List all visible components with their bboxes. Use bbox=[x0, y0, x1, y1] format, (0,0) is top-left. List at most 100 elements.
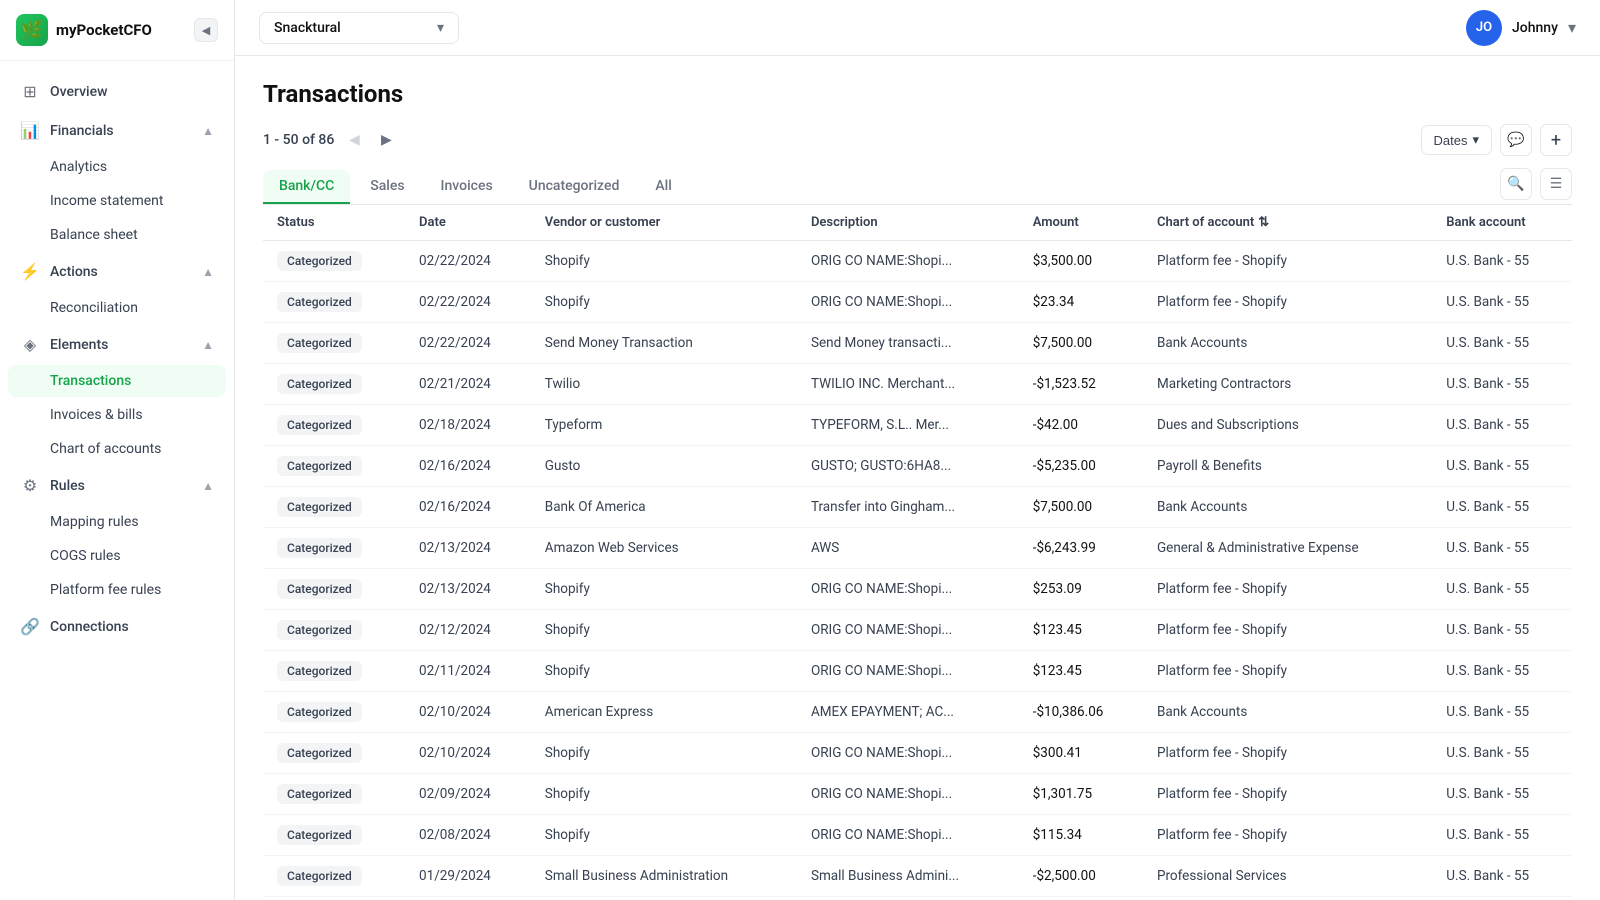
cell-description: TWILIO INC. Merchant... bbox=[797, 364, 1019, 405]
filter-button[interactable]: ☰ bbox=[1540, 168, 1572, 200]
table-row[interactable]: Categorized 02/11/2024 Shopify ORIG CO N… bbox=[263, 651, 1572, 692]
table-row[interactable]: Categorized 02/22/2024 Shopify ORIG CO N… bbox=[263, 241, 1572, 282]
cell-status: Categorized bbox=[263, 815, 405, 856]
cell-bank: U.S. Bank - 55 bbox=[1432, 569, 1572, 610]
cell-bank: U.S. Bank - 55 bbox=[1432, 282, 1572, 323]
user-area: JO Johnny ▾ bbox=[1466, 10, 1576, 46]
logo-icon: 🌿 bbox=[16, 14, 48, 46]
sidebar-item-mapping-rules[interactable]: Mapping rules bbox=[8, 506, 226, 538]
tab-bank-cc[interactable]: Bank/CC bbox=[263, 170, 350, 204]
col-header-chart: Chart of account ⇅ bbox=[1143, 205, 1432, 241]
sidebar-item-overview[interactable]: ⊞ Overview bbox=[8, 73, 226, 110]
cell-status: Categorized bbox=[263, 774, 405, 815]
status-badge: Categorized bbox=[277, 579, 362, 599]
chart-sort-icon[interactable]: ⇅ bbox=[1258, 215, 1269, 230]
sidebar-section-rules[interactable]: ⚙ Rules ▲ bbox=[8, 467, 226, 504]
sidebar-item-invoices-bills[interactable]: Invoices & bills bbox=[8, 399, 226, 431]
sidebar-item-analytics[interactable]: Analytics bbox=[8, 151, 226, 183]
cell-status: Categorized bbox=[263, 364, 405, 405]
sidebar-item-reconciliation[interactable]: Reconciliation bbox=[8, 292, 226, 324]
status-badge: Categorized bbox=[277, 374, 362, 394]
table-row[interactable]: Categorized 02/22/2024 Send Money Transa… bbox=[263, 323, 1572, 364]
sidebar-item-connections[interactable]: 🔗 Connections bbox=[8, 608, 226, 645]
sidebar-item-chart-of-accounts[interactable]: Chart of accounts bbox=[8, 433, 226, 465]
cell-status: Categorized bbox=[263, 528, 405, 569]
cell-chart: Dues and Subscriptions bbox=[1143, 405, 1432, 446]
col-header-description: Description bbox=[797, 205, 1019, 241]
cell-chart: Marketing Contractors bbox=[1143, 364, 1432, 405]
user-menu-chevron-icon[interactable]: ▾ bbox=[1568, 18, 1576, 37]
tab-all[interactable]: All bbox=[639, 170, 687, 204]
table-row[interactable]: Categorized 02/09/2024 Shopify ORIG CO N… bbox=[263, 774, 1572, 815]
sidebar-item-transactions[interactable]: Transactions bbox=[8, 365, 226, 397]
toolbar-row: 1 - 50 of 86 ◀ ▶ Dates ▾ 💬 + bbox=[263, 124, 1572, 156]
sidebar-collapse-button[interactable]: ◀ bbox=[194, 18, 218, 42]
cell-date: 02/18/2024 bbox=[405, 405, 531, 446]
cell-vendor: Twilio bbox=[531, 364, 797, 405]
tab-uncategorized[interactable]: Uncategorized bbox=[513, 170, 636, 204]
table-row[interactable]: Categorized 02/12/2024 Shopify ORIG CO N… bbox=[263, 610, 1572, 651]
cell-vendor: Shopify bbox=[531, 651, 797, 692]
dates-button[interactable]: Dates ▾ bbox=[1421, 125, 1493, 155]
col-header-status: Status bbox=[263, 205, 405, 241]
cell-bank: U.S. Bank - 55 bbox=[1432, 733, 1572, 774]
sidebar-logo-area: 🌿 myPocketCFO ◀ bbox=[0, 0, 234, 61]
sidebar-item-balance-sheet[interactable]: Balance sheet bbox=[8, 219, 226, 251]
table-row[interactable]: Categorized 02/21/2024 Twilio TWILIO INC… bbox=[263, 364, 1572, 405]
company-selector[interactable]: Snacktural ▾ bbox=[259, 12, 459, 44]
add-button[interactable]: + bbox=[1540, 124, 1572, 156]
cell-status: Categorized bbox=[263, 692, 405, 733]
status-badge: Categorized bbox=[277, 251, 362, 271]
table-row[interactable]: Categorized 02/08/2024 Shopify ORIG CO N… bbox=[263, 815, 1572, 856]
table-row[interactable]: Categorized 02/22/2024 Shopify ORIG CO N… bbox=[263, 282, 1572, 323]
cell-amount: -$87.02 bbox=[1019, 897, 1143, 900]
cell-date: 02/13/2024 bbox=[405, 569, 531, 610]
sidebar-section-elements-label: Elements bbox=[50, 337, 108, 353]
table-row[interactable]: Categorized 01/29/2024 Small Business Ad… bbox=[263, 856, 1572, 897]
table-row[interactable]: Categorized 02/10/2024 American Express … bbox=[263, 692, 1572, 733]
cell-status: Categorized bbox=[263, 856, 405, 897]
table-row[interactable]: Categorized 02/13/2024 Shopify ORIG CO N… bbox=[263, 569, 1572, 610]
dates-label: Dates bbox=[1434, 133, 1468, 148]
table-row[interactable]: Categorized 02/10/2024 Shopify ORIG CO N… bbox=[263, 733, 1572, 774]
cell-bank: U.S. Bank - 55 bbox=[1432, 856, 1572, 897]
table-row[interactable]: Categorized 02/18/2024 Typeform TYPEFORM… bbox=[263, 405, 1572, 446]
cell-vendor: Bank Of America bbox=[531, 487, 797, 528]
pagination-prev-button[interactable]: ◀ bbox=[342, 128, 366, 152]
cell-description: Small Business Admini... bbox=[797, 856, 1019, 897]
search-icon: 🔍 bbox=[1507, 176, 1524, 192]
cell-vendor: Shopify bbox=[531, 610, 797, 651]
tab-invoices[interactable]: Invoices bbox=[425, 170, 509, 204]
sidebar-section-elements[interactable]: ◈ Elements ▲ bbox=[8, 326, 226, 363]
cell-date: 02/22/2024 bbox=[405, 241, 531, 282]
search-button[interactable]: 🔍 bbox=[1500, 168, 1532, 200]
comment-button[interactable]: 💬 bbox=[1500, 124, 1532, 156]
cell-status: Categorized bbox=[263, 446, 405, 487]
cell-description: Send Money transacti... bbox=[797, 323, 1019, 364]
pagination-next-button[interactable]: ▶ bbox=[374, 128, 398, 152]
cell-bank: U.S. Bank - 55 bbox=[1432, 897, 1572, 900]
sidebar-section-financials[interactable]: 📊 Financials ▲ bbox=[8, 112, 226, 149]
actions-chevron-icon: ▲ bbox=[202, 265, 214, 279]
tab-sales[interactable]: Sales bbox=[354, 170, 420, 204]
sidebar: 🌿 myPocketCFO ◀ ⊞ Overview 📊 Financials … bbox=[0, 0, 235, 900]
dates-chevron-icon: ▾ bbox=[1472, 132, 1479, 148]
sidebar-item-cogs-rules[interactable]: COGS rules bbox=[8, 540, 226, 572]
cell-status: Categorized bbox=[263, 610, 405, 651]
add-icon: + bbox=[1551, 130, 1561, 151]
table-row[interactable]: Categorized 01/28/2024 Labor Industries … bbox=[263, 897, 1572, 900]
pagination-display: 1 - 50 of 86 bbox=[263, 132, 334, 148]
rules-icon: ⚙ bbox=[20, 476, 40, 495]
avatar: JO bbox=[1466, 10, 1502, 46]
table-row[interactable]: Categorized 02/16/2024 Gusto GUSTO; GUST… bbox=[263, 446, 1572, 487]
cell-chart: Platform fee - Shopify bbox=[1143, 241, 1432, 282]
cell-date: 02/11/2024 bbox=[405, 651, 531, 692]
sidebar-item-platform-fee-rules[interactable]: Platform fee rules bbox=[8, 574, 226, 606]
table-row[interactable]: Categorized 02/13/2024 Amazon Web Servic… bbox=[263, 528, 1572, 569]
sidebar-item-income-statement[interactable]: Income statement bbox=[8, 185, 226, 217]
table-row[interactable]: Categorized 02/16/2024 Bank Of America T… bbox=[263, 487, 1572, 528]
cell-bank: U.S. Bank - 55 bbox=[1432, 364, 1572, 405]
cell-status: Categorized bbox=[263, 323, 405, 364]
cell-date: 02/22/2024 bbox=[405, 282, 531, 323]
sidebar-section-actions[interactable]: ⚡ Actions ▲ bbox=[8, 253, 226, 290]
